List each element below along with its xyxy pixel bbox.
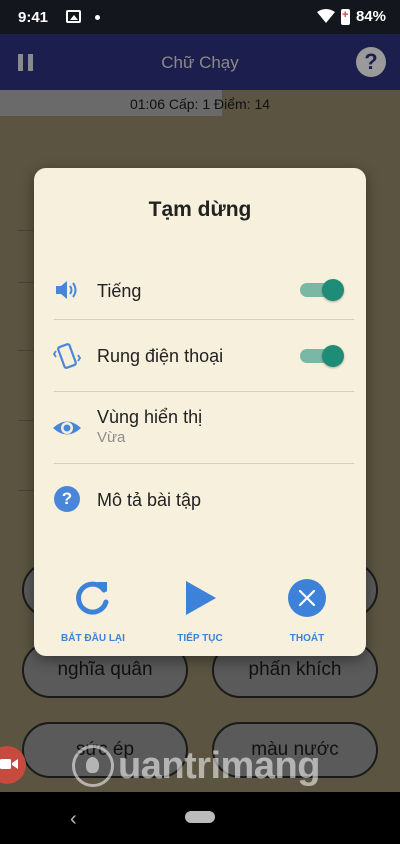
sound-toggle[interactable] (300, 279, 344, 301)
watermark-text: uantrimang (118, 744, 320, 787)
battery-percent: 84% (355, 8, 386, 25)
exit-label: THOÁT (289, 633, 325, 644)
app-header: Chữ Chạy ? (0, 34, 400, 90)
display-value: Vừa (97, 429, 126, 446)
status-bar: 9:41 84% (0, 0, 400, 34)
status-time: 9:41 (18, 9, 49, 26)
sound-row[interactable]: Tiếng (34, 260, 366, 320)
help-icon[interactable]: ? (356, 47, 386, 77)
restart-label: BẮT ĐẦU LẠI (61, 633, 125, 644)
dialog-title: Tạm dừng (148, 198, 252, 221)
sound-label: Tiếng (97, 281, 142, 301)
restart-button[interactable]: BẮT ĐẦU LẠI (38, 578, 148, 644)
play-icon (186, 581, 216, 615)
question-icon: ? (54, 486, 80, 512)
speaker-icon (56, 281, 77, 299)
pause-dialog: Tạm dừng Tiếng Rung điện thoại Vùng hiển… (34, 168, 366, 656)
watermark: uantrimang (72, 740, 362, 792)
battery-icon (340, 8, 350, 25)
notification-dot-icon (95, 15, 100, 20)
status-right: 84% (316, 8, 386, 25)
back-icon[interactable]: ‹ (70, 808, 77, 831)
vibrate-label: Rung điện thoại (97, 346, 224, 366)
video-camera-icon (0, 759, 18, 769)
gallery-icon (66, 10, 81, 23)
game-stats: 01:06 Cấp: 1 Điểm: 14 (129, 96, 271, 112)
wifi-icon (316, 9, 335, 23)
toggle-knob (322, 345, 344, 367)
eye-icon (53, 421, 81, 435)
vibrate-phone-icon (52, 343, 82, 369)
info-strip: 01:06 Cấp: 1 Điểm: 14 (0, 90, 400, 116)
navigation-bar: ‹ (0, 792, 400, 844)
vibrate-row[interactable]: Rung điện thoại (34, 320, 366, 392)
description-row[interactable]: ? Mô tả bài tập (34, 464, 366, 534)
resume-button[interactable]: TIẾP TỤC (145, 578, 255, 644)
display-row[interactable]: Vùng hiển thị Vừa (34, 392, 366, 464)
watermark-logo-icon (72, 745, 114, 787)
app-title: Chữ Chạy (161, 53, 239, 72)
home-pill[interactable] (185, 811, 215, 823)
description-label: Mô tả bài tập (97, 490, 202, 510)
resume-label: TIẾP TỤC (177, 633, 223, 644)
display-label: Vùng hiển thị (97, 407, 203, 427)
restart-icon (76, 581, 109, 615)
toggle-knob (322, 279, 344, 301)
vibrate-toggle[interactable] (300, 345, 344, 367)
exit-button[interactable]: THOÁT (252, 578, 362, 644)
close-icon (288, 579, 326, 617)
